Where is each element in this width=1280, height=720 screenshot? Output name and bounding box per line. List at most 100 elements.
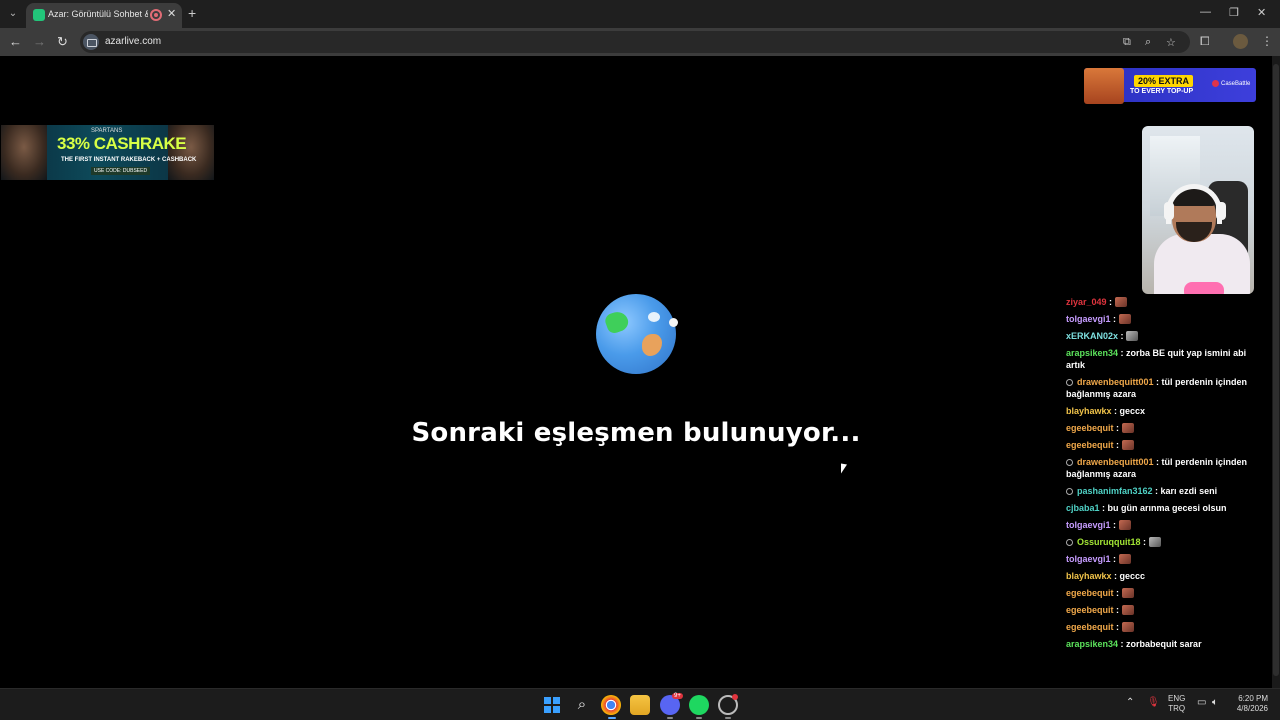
zoom-icon[interactable]: ⌕ <box>1145 36 1151 49</box>
chat-message: egeebequit : <box>1066 621 1266 633</box>
windows-start-icon[interactable] <box>544 697 560 713</box>
stream-chat-overlay: ziyar_049 : tolgaevgi1 : xERKAN02x : ara… <box>1066 296 1266 655</box>
chat-separator: : <box>1118 639 1127 649</box>
profile-avatar[interactable] <box>1233 34 1248 49</box>
chat-username: tolgaevgi1 <box>1066 520 1111 530</box>
chat-message: blayhawkx : geccx <box>1066 405 1266 417</box>
chat-username: drawenbequitt001 <box>1077 377 1154 387</box>
url-text[interactable]: azarlive.com <box>105 36 161 47</box>
ad-banner-topup[interactable]: 20% EXTRA TO EVERY TOP-UP CaseBattle <box>1084 68 1256 104</box>
browser-toolbar: ← → ↻ azarlive.com ⧉ ⌕ ☆ ⧠ ⋮ <box>0 28 1280 56</box>
treasure-chest-icon <box>1084 68 1124 104</box>
address-bar[interactable]: azarlive.com ⧉ ⌕ ☆ <box>80 31 1190 53</box>
ad-logo: CaseBattle <box>1212 80 1250 87</box>
install-app-icon[interactable]: ⧉ <box>1123 36 1131 49</box>
browser-tab[interactable]: Azar: Görüntülü Sohbet & Y ✕ <box>26 3 182 28</box>
bookmark-star-icon[interactable]: ☆ <box>1166 36 1176 49</box>
spotify-indicator <box>696 717 702 719</box>
chat-username: egeebequit <box>1066 605 1114 615</box>
input-language[interactable]: ENG TRQ <box>1168 694 1185 714</box>
browser-menu-icon[interactable]: ⋮ <box>1261 34 1273 48</box>
globe-cloud <box>648 312 660 322</box>
chat-emote-icon <box>1114 297 1127 307</box>
mouse-cursor-icon <box>841 463 847 475</box>
chat-emote-icon <box>1118 554 1131 564</box>
ad-fighter-image-left <box>1 125 47 180</box>
chat-emote-icon <box>1118 314 1131 324</box>
browser-tab-bar: ⌄ Azar: Görüntülü Sohbet & Y ✕ + — ❐ ✕ <box>0 0 1280 28</box>
chat-separator: : <box>1140 537 1149 547</box>
windows-taskbar: ⌕ 9+ ⌃ 🎙︎ ENG TRQ ▭ 🔈︎ 6:20 PM 4/8/2026 <box>0 688 1280 720</box>
system-clock[interactable]: 6:20 PM 4/8/2026 <box>1230 694 1268 714</box>
tab-search-chevron-icon[interactable]: ⌄ <box>4 5 22 23</box>
volume-icon[interactable]: 🔈︎ <box>1212 697 1218 708</box>
scroll-thumb[interactable] <box>1273 64 1279 676</box>
chat-username: blayhawkx <box>1066 571 1112 581</box>
chat-username: drawenbequitt001 <box>1077 457 1154 467</box>
chat-separator: : <box>1153 377 1162 387</box>
chat-username: tolgaevgi1 <box>1066 314 1111 324</box>
tab-close-icon[interactable]: ✕ <box>167 7 176 20</box>
globe-loading-icon <box>596 294 678 374</box>
chat-message: Ossuruqquit18 : <box>1066 536 1266 548</box>
back-arrow-icon[interactable]: ← <box>9 34 22 50</box>
reload-icon[interactable]: ↻ <box>57 34 68 50</box>
globe-land-green <box>603 308 631 336</box>
ad-topup-line: TO EVERY TOP-UP <box>1130 88 1194 95</box>
chat-badge-icon <box>1066 459 1073 466</box>
ad-logo-text: CaseBattle <box>1221 81 1251 88</box>
clock-date: 4/8/2026 <box>1236 704 1268 713</box>
site-info-icon[interactable] <box>83 34 99 50</box>
headset-ear-left <box>1164 202 1174 220</box>
chat-username: cjbaba1 <box>1066 503 1100 513</box>
chat-separator: : <box>1111 571 1120 581</box>
search-icon[interactable]: ⌕ <box>572 695 592 715</box>
lang-top: ENG <box>1168 694 1186 703</box>
restore-window-icon[interactable]: ❐ <box>1229 6 1239 19</box>
chat-separator: : <box>1111 406 1120 416</box>
chrome-app-icon[interactable] <box>601 695 621 715</box>
casebattle-logo-icon <box>1212 80 1219 87</box>
chat-username: xERKAN02x <box>1066 331 1119 341</box>
close-window-icon[interactable]: ✕ <box>1257 6 1266 19</box>
chat-separator: : <box>1110 314 1119 324</box>
clock-time: 6:20 PM <box>1238 694 1268 703</box>
network-icon[interactable]: ▭ <box>1197 697 1206 708</box>
ad-banner-cashrake[interactable]: SPARTANS 33% CASHRAKE THE FIRST INSTANT … <box>1 125 214 180</box>
lang-bottom: TRQ <box>1168 704 1186 713</box>
minimize-window-icon[interactable]: — <box>1200 6 1211 18</box>
chat-emote-icon <box>1118 520 1131 530</box>
chat-username: egeebequit <box>1066 622 1114 632</box>
tray-overflow-chevron-icon[interactable]: ⌃ <box>1126 697 1134 708</box>
chat-emote-icon <box>1148 537 1161 547</box>
page-scrollbar[interactable] <box>1272 56 1280 688</box>
chat-emote-icon <box>1121 440 1134 450</box>
chat-text: geccx <box>1119 406 1146 416</box>
chat-separator: : <box>1153 457 1162 467</box>
spotify-icon[interactable] <box>689 695 709 715</box>
file-explorer-icon[interactable] <box>630 695 650 715</box>
chat-text: zorbabequit sarar <box>1126 639 1202 649</box>
chat-message: egeebequit : <box>1066 439 1266 451</box>
chat-message: tolgaevgi1 : <box>1066 313 1266 325</box>
chat-message: tolgaevgi1 : <box>1066 553 1266 565</box>
discord-badge: 9+ <box>672 693 683 699</box>
obs-indicator <box>725 717 731 719</box>
chat-emote-icon <box>1121 588 1134 598</box>
chat-text: geccc <box>1119 571 1146 581</box>
new-tab-plus-icon[interactable]: + <box>188 5 196 21</box>
forward-arrow-icon[interactable]: → <box>33 34 46 50</box>
ad-cta: USE CODE: DUBSEED <box>91 167 151 175</box>
chat-separator: : <box>1110 554 1119 564</box>
globe-land-orange <box>642 334 662 356</box>
chat-message: ziyar_049 : <box>1066 296 1266 308</box>
chat-separator: : <box>1106 297 1115 307</box>
chat-separator: : <box>1113 622 1122 632</box>
chat-text: karı ezdi seni <box>1160 486 1218 496</box>
webcam-body <box>1154 234 1250 294</box>
extensions-puzzle-icon[interactable]: ⧠ <box>1200 34 1210 49</box>
microphone-icon[interactable]: 🎙︎ <box>1147 697 1160 708</box>
chat-username: pashanimfan3162 <box>1077 486 1153 496</box>
chat-message: egeebequit : <box>1066 587 1266 599</box>
chat-badge-icon <box>1066 539 1073 546</box>
